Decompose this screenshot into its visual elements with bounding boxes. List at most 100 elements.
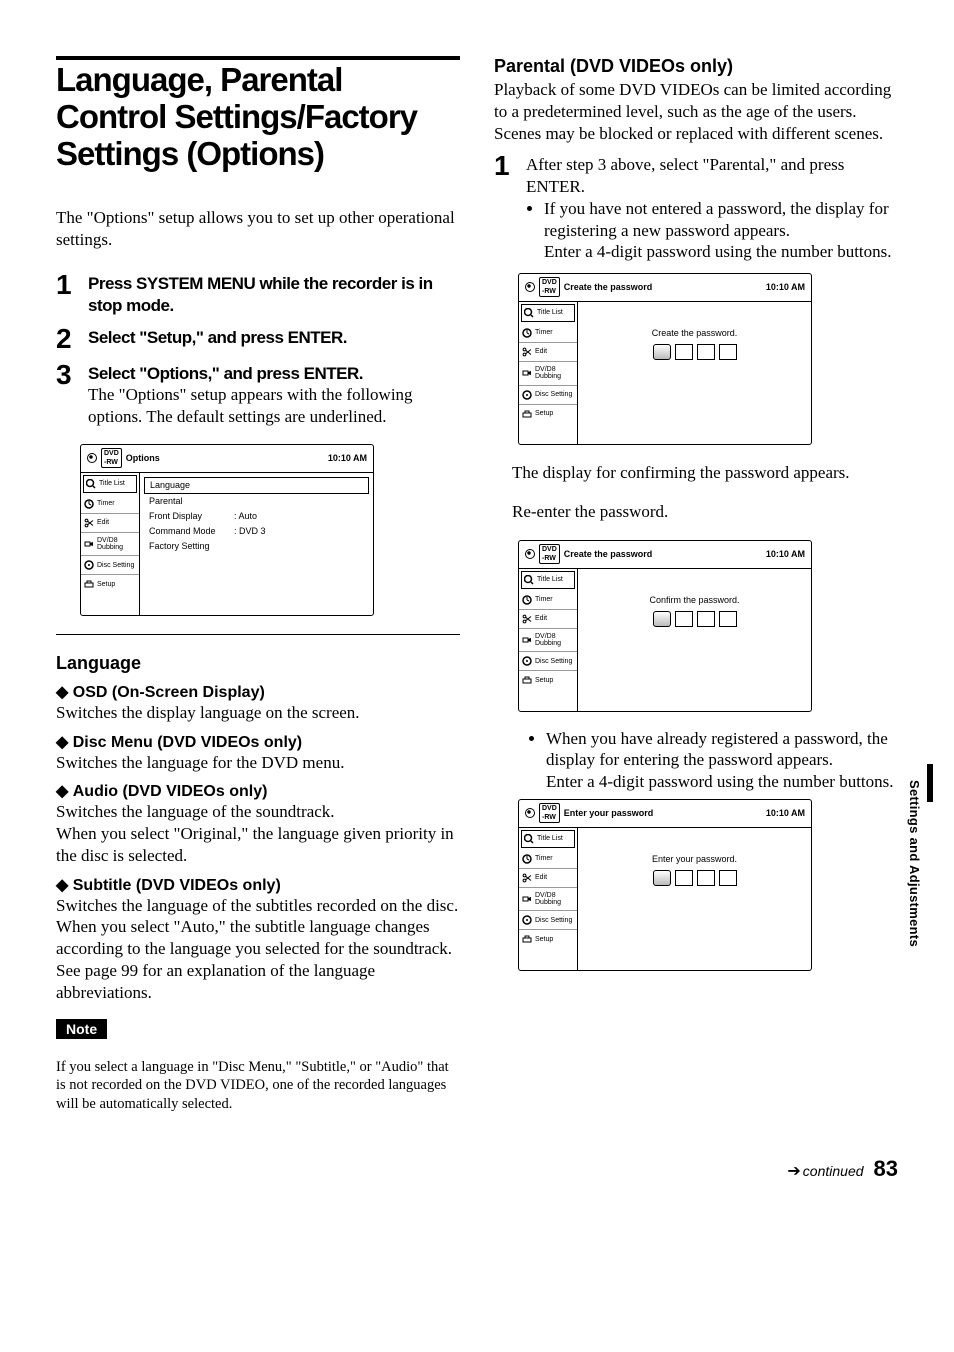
camera-icon bbox=[522, 368, 532, 378]
password-digit[interactable] bbox=[675, 870, 693, 886]
sidebar-item: Disc Setting bbox=[519, 652, 577, 671]
osd-body: Title List Timer Edit DV/D8 Dubbing Disc… bbox=[519, 302, 811, 444]
scissors-icon bbox=[522, 614, 532, 624]
osd-option-label: Language bbox=[150, 480, 190, 490]
osd-clock: 10:10 AM bbox=[766, 282, 805, 292]
osd-option-value: DVD 3 bbox=[234, 527, 266, 536]
sidebar-item: Title List bbox=[521, 830, 575, 848]
password-digit[interactable] bbox=[719, 870, 737, 886]
osd-option: Command ModeDVD 3 bbox=[144, 524, 369, 539]
dvd-badge: DVD-RW bbox=[539, 803, 560, 823]
diamond-heading: Subtitle (DVD VIDEOs only) bbox=[56, 875, 460, 895]
sidebar-item: Timer bbox=[519, 591, 577, 610]
osd-message: Confirm the password. bbox=[582, 595, 807, 605]
list-icon bbox=[524, 575, 534, 585]
step-heading: Select "Options," and press ENTER. bbox=[88, 363, 460, 385]
language-heading: Language bbox=[56, 653, 460, 674]
osd-header: DVD-RW Enter your password 10:10 AM bbox=[519, 800, 811, 828]
osd-body: Title List Timer Edit DV/D8 Dubbing Disc… bbox=[519, 828, 811, 970]
bullet-text: Enter a 4-digit password using the numbe… bbox=[544, 242, 892, 261]
osd-title: Create the password bbox=[564, 549, 762, 559]
sidebar-label: Edit bbox=[535, 348, 547, 355]
sidebar-item: DV/D8 Dubbing bbox=[81, 533, 139, 557]
step-number: 3 bbox=[56, 359, 88, 428]
step-text: Press SYSTEM MENU while the recorder is … bbox=[88, 269, 460, 317]
right-column: Parental (DVD VIDEOs only) Playback of s… bbox=[494, 56, 898, 1128]
sidebar-label: DV/D8 Dubbing bbox=[535, 366, 574, 381]
step-body: After step 3 above, select "Parental," a… bbox=[526, 154, 898, 198]
sidebar-label: Title List bbox=[537, 576, 563, 583]
scissors-icon bbox=[522, 873, 532, 883]
osd-main: Create the password. bbox=[578, 302, 811, 444]
note-text: If you select a language in "Disc Menu,"… bbox=[56, 1058, 460, 1114]
osd-header: DVD-RW Options 10:10 AM bbox=[81, 445, 373, 473]
body-text: The display for confirming the password … bbox=[512, 462, 898, 484]
osd-create-password: DVD-RW Create the password 10:10 AM Titl… bbox=[518, 273, 812, 445]
password-digit[interactable] bbox=[675, 344, 693, 360]
body-text: Playback of some DVD VIDEOs can be limit… bbox=[494, 79, 898, 144]
sidebar-item: DV/D8 Dubbing bbox=[519, 888, 577, 912]
sidebar-label: Edit bbox=[97, 519, 109, 526]
sidebar-item: Disc Setting bbox=[519, 911, 577, 930]
osd-option-label: Front Display bbox=[149, 512, 234, 521]
osd-option: Parental bbox=[144, 494, 369, 509]
osd-body: Title List Timer Edit DV/D8 Dubbing Disc… bbox=[81, 473, 373, 615]
record-icon bbox=[525, 549, 535, 559]
password-digit[interactable] bbox=[653, 870, 671, 886]
toolbox-icon bbox=[522, 934, 532, 944]
sidebar-item: Timer bbox=[519, 850, 577, 869]
sidebar-label: DV/D8 Dubbing bbox=[97, 537, 136, 552]
disc-icon bbox=[84, 560, 94, 570]
password-digit[interactable] bbox=[697, 870, 715, 886]
page-footer: continued 83 bbox=[56, 1156, 898, 1182]
scissors-icon bbox=[522, 347, 532, 357]
osd-enter-password: DVD-RW Enter your password 10:10 AM Titl… bbox=[518, 799, 812, 971]
password-digit[interactable] bbox=[653, 344, 671, 360]
password-digit[interactable] bbox=[719, 611, 737, 627]
osd-main: Enter your password. bbox=[578, 828, 811, 970]
osd-sidebar: Title List Timer Edit DV/D8 Dubbing Disc… bbox=[519, 302, 578, 444]
password-digit[interactable] bbox=[675, 611, 693, 627]
sidebar-label: Edit bbox=[535, 615, 547, 622]
osd-option-label: Parental bbox=[149, 496, 183, 506]
continued-label: continued bbox=[787, 1161, 863, 1181]
list-icon bbox=[86, 479, 96, 489]
sidebar-item: Setup bbox=[519, 671, 577, 689]
password-digit[interactable] bbox=[653, 611, 671, 627]
step: 1 After step 3 above, select "Parental,"… bbox=[494, 150, 898, 267]
bullet-text: When you have already registered a passw… bbox=[546, 729, 888, 770]
step: 1 Press SYSTEM MENU while the recorder i… bbox=[56, 269, 460, 317]
body-text: Switches the language of the subtitles r… bbox=[56, 895, 460, 1004]
bullet-text: If you have not entered a password, the … bbox=[544, 199, 889, 240]
sidebar-label: Timer bbox=[535, 855, 553, 862]
sidebar-item: Title List bbox=[83, 475, 137, 493]
password-digit[interactable] bbox=[697, 344, 715, 360]
osd-header: DVD-RW Create the password 10:10 AM bbox=[519, 541, 811, 569]
step-heading: Select "Setup," and press ENTER. bbox=[88, 327, 460, 349]
camera-icon bbox=[522, 894, 532, 904]
note-badge: Note bbox=[56, 1019, 107, 1039]
osd-title: Create the password bbox=[564, 282, 762, 292]
step-text: Select "Options," and press ENTER. The "… bbox=[88, 359, 460, 428]
clock-icon bbox=[522, 854, 532, 864]
dvd-badge: DVD-RW bbox=[539, 277, 560, 297]
page: Settings and Adjustments Language, Paren… bbox=[0, 0, 954, 1352]
osd-option-label: Command Mode bbox=[149, 527, 234, 536]
body-text: Switches the display language on the scr… bbox=[56, 702, 460, 724]
body-text: Switches the language of the soundtrack.… bbox=[56, 801, 460, 866]
disc-icon bbox=[522, 656, 532, 666]
osd-header: DVD-RW Create the password 10:10 AM bbox=[519, 274, 811, 302]
osd-message: Enter your password. bbox=[582, 854, 807, 864]
sidebar-label: Disc Setting bbox=[535, 658, 572, 665]
diamond-heading: Disc Menu (DVD VIDEOs only) bbox=[56, 732, 460, 752]
password-digit[interactable] bbox=[697, 611, 715, 627]
osd-option-selected: Language bbox=[144, 477, 369, 494]
step-text: Select "Setup," and press ENTER. bbox=[88, 323, 460, 353]
sidebar-item: Setup bbox=[519, 930, 577, 948]
step-number: 2 bbox=[56, 323, 88, 353]
osd-option: Front DisplayAuto bbox=[144, 509, 369, 524]
password-digit[interactable] bbox=[719, 344, 737, 360]
sidebar-item: Disc Setting bbox=[81, 556, 139, 575]
sidebar-item: Title List bbox=[521, 304, 575, 322]
sidebar-label: DV/D8 Dubbing bbox=[535, 633, 574, 648]
